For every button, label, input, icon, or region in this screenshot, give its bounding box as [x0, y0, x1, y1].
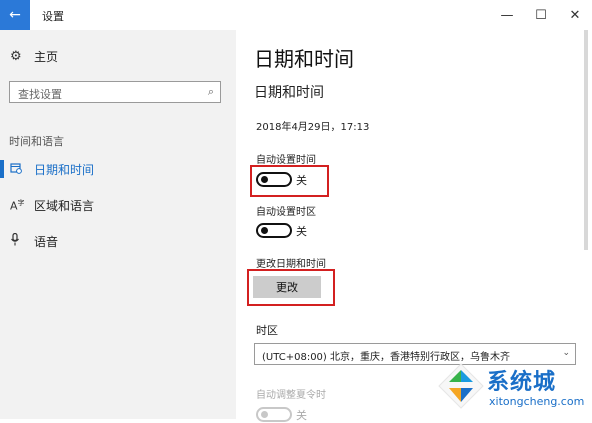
title-bar: ← 设置 — ☐ ✕	[0, 0, 592, 30]
timezone-label: 时区	[256, 324, 278, 337]
close-button[interactable]: ✕	[558, 0, 592, 30]
minimize-button[interactable]: —	[490, 0, 524, 30]
auto-time-label: 自动设置时间	[256, 155, 316, 166]
sidebar-item-label: 区域和语言	[34, 198, 95, 213]
sidebar-section-title: 时间和语言	[9, 135, 64, 148]
sidebar-item-region-language[interactable]: A字 区域和语言	[0, 192, 236, 218]
current-datetime: 2018年4月29日，17:13	[256, 122, 370, 133]
change-button[interactable]: 更改	[253, 276, 321, 298]
page-title: 日期和时间	[254, 47, 354, 71]
change-datetime-label: 更改日期和时间	[256, 259, 326, 270]
auto-timezone-label: 自动设置时区	[256, 207, 316, 218]
auto-timezone-toggle[interactable]	[256, 223, 292, 238]
sidebar-item-label: 日期和时间	[34, 162, 95, 177]
back-arrow-icon: ←	[9, 7, 21, 23]
close-icon: ✕	[569, 7, 581, 23]
language-icon: A字	[10, 198, 25, 213]
maximize-icon: ☐	[535, 7, 547, 23]
watermark-url: xitongcheng.com	[489, 395, 585, 408]
home-label: 主页	[34, 50, 59, 64]
sidebar-item-label: 语音	[34, 234, 59, 249]
sidebar-item-date-time[interactable]: 日期和时间	[0, 156, 236, 182]
window-title: 设置	[42, 10, 64, 23]
section-title: 日期和时间	[254, 85, 324, 101]
sidebar-home[interactable]: ⚙ 主页	[10, 48, 58, 65]
dst-label: 自动调整夏令时	[256, 390, 326, 401]
calendar-clock-icon	[10, 162, 28, 177]
maximize-button[interactable]: ☐	[524, 0, 558, 30]
sidebar: ⚙ 主页 查找设置 ⌕ 时间和语言 日期和时间 A字 区域和语言 语音	[0, 30, 236, 419]
scrollbar[interactable]	[584, 30, 588, 250]
auto-timezone-state: 关	[296, 225, 307, 238]
dst-toggle[interactable]	[256, 407, 292, 422]
auto-time-state: 关	[296, 174, 307, 187]
gear-icon: ⚙	[10, 49, 22, 64]
watermark: 系统城 xitongcheng.com	[437, 356, 592, 419]
search-input[interactable]: 查找设置 ⌕	[9, 81, 221, 103]
back-button[interactable]: ←	[0, 0, 30, 30]
minimize-icon: —	[500, 7, 514, 23]
microphone-icon	[10, 232, 28, 249]
sidebar-item-speech[interactable]: 语音	[0, 228, 236, 254]
search-placeholder: 查找设置	[18, 88, 62, 101]
dst-state: 关	[296, 409, 307, 422]
watermark-logo-icon	[438, 363, 484, 409]
watermark-brand: 系统城	[487, 370, 557, 395]
search-icon: ⌕	[207, 85, 214, 98]
auto-time-toggle[interactable]	[256, 172, 292, 187]
